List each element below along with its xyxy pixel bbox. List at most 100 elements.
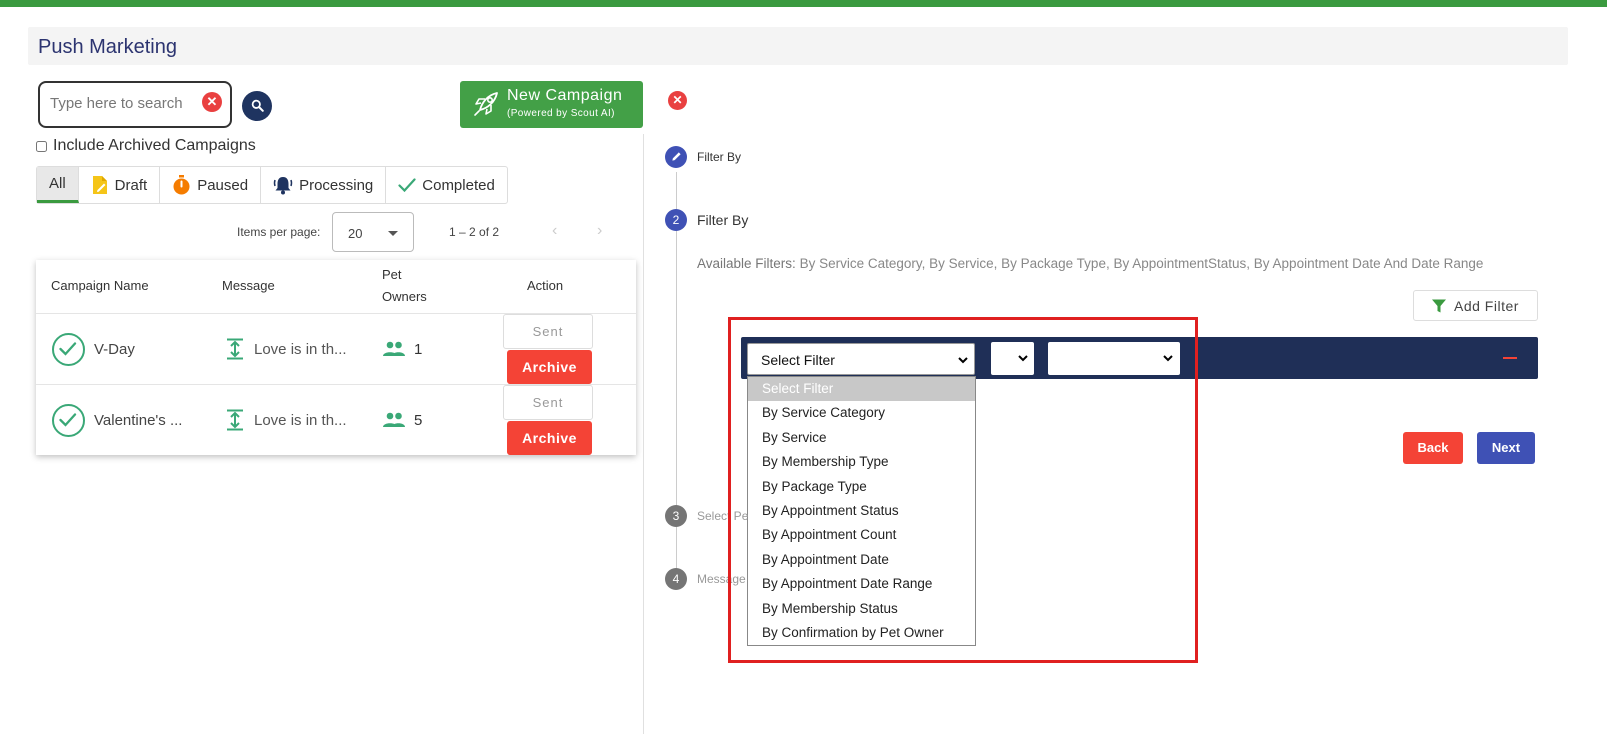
check-icon (398, 177, 416, 193)
tab-completed[interactable]: Completed (386, 167, 507, 203)
top-accent-bar (0, 0, 1607, 7)
filter-icon (1432, 299, 1446, 313)
step-3-number[interactable]: 3 (665, 505, 687, 527)
completed-check-icon (52, 404, 85, 437)
step-4-label[interactable]: Message (697, 572, 746, 586)
search-button[interactable] (242, 91, 272, 121)
option-select-filter[interactable]: Select Filter (748, 377, 975, 402)
header-campaign-name: Campaign Name (51, 278, 149, 293)
new-campaign-label: New Campaign (507, 87, 623, 104)
campaign-name[interactable]: Valentine's ... (94, 412, 182, 429)
close-panel-icon[interactable]: ✕ (668, 91, 687, 110)
back-button[interactable]: Back (1403, 432, 1463, 464)
available-filters-label: Available Filters: (697, 256, 796, 271)
chevron-down-icon (1163, 355, 1173, 362)
previous-page-button[interactable]: ‹ (552, 222, 557, 240)
items-per-page-value: 20 (348, 226, 363, 241)
filter-operator-select[interactable] (991, 342, 1034, 375)
app-container: Push Marketing ✕ New Campaign (Powered b… (10, 7, 1607, 736)
tab-label: Processing (299, 176, 374, 194)
campaign-name[interactable]: V-Day (94, 341, 135, 358)
next-page-button[interactable]: › (597, 222, 602, 240)
page-title: Push Marketing (38, 36, 177, 58)
tab-label: Completed (422, 176, 495, 194)
include-archived-input[interactable] (36, 140, 47, 152)
tab-paused[interactable]: Paused (160, 167, 262, 203)
option-by-membership-type[interactable]: By Membership Type (748, 450, 975, 474)
add-filter-label: Add Filter (1454, 298, 1519, 314)
paginator: Items per page: 20 1 – 2 of 2 ‹ › (237, 212, 617, 252)
add-filter-button[interactable]: Add Filter (1413, 290, 1538, 321)
chevron-down-icon (958, 357, 968, 364)
clear-search-icon[interactable]: ✕ (202, 92, 222, 112)
expand-vertical-icon (227, 409, 243, 431)
step-2-number[interactable]: 2 (665, 209, 687, 231)
tab-all[interactable]: All (37, 167, 79, 203)
table-row[interactable]: V-Day Love is in th... 1 Sent Archive (36, 313, 636, 384)
option-by-appointment-status[interactable]: By Appointment Status (748, 499, 975, 523)
header-pet-owners-line2: Owners (382, 289, 427, 304)
people-icon (383, 341, 405, 356)
rocket-icon (474, 92, 498, 116)
include-archived-checkbox[interactable]: Include Archived Campaigns (36, 137, 256, 155)
option-by-appointment-date-range[interactable]: By Appointment Date Range (748, 572, 975, 596)
status-tabs: All Draft Paused Processing Completed (36, 166, 508, 204)
header-message: Message (222, 278, 275, 293)
search-icon (251, 99, 264, 112)
search-input[interactable] (50, 95, 190, 112)
pencil-icon[interactable] (665, 146, 687, 168)
new-campaign-button[interactable]: New Campaign (Powered by Scout AI) (460, 81, 643, 128)
table-row[interactable]: Valentine's ... Love is in th... 5 Sent … (36, 384, 636, 455)
tab-draft[interactable]: Draft (79, 167, 161, 203)
people-icon (383, 412, 405, 427)
available-filters-values: By Service Category, By Service, By Pack… (799, 256, 1484, 271)
search-box[interactable]: ✕ (38, 81, 232, 128)
pet-owners-count: 5 (414, 412, 423, 429)
tab-label: Draft (114, 176, 148, 194)
tab-processing[interactable]: Processing (261, 167, 387, 203)
header-pet-owners-line1: Pet (382, 267, 402, 282)
archive-button[interactable]: Archive (507, 421, 592, 455)
available-filters: Available Filters: By Service Category, … (697, 256, 1483, 271)
campaign-message: Love is in th... (254, 341, 347, 358)
tab-label: All (49, 175, 66, 192)
option-by-appointment-date[interactable]: By Appointment Date (748, 548, 975, 572)
next-button[interactable]: Next (1477, 432, 1535, 464)
tab-label: Paused (197, 176, 249, 194)
filter-value-select[interactable] (1048, 342, 1180, 375)
option-by-service[interactable]: By Service (748, 426, 975, 450)
step-4-number[interactable]: 4 (665, 568, 687, 590)
campaign-table: Campaign Name Message Pet Owners Action … (36, 260, 636, 455)
option-by-package-type[interactable]: By Package Type (748, 475, 975, 499)
option-by-appointment-count[interactable]: By Appointment Count (748, 523, 975, 547)
sent-button[interactable]: Sent (503, 314, 593, 349)
bell-icon (273, 175, 293, 195)
sent-button[interactable]: Sent (503, 385, 593, 420)
include-archived-label: Include Archived Campaigns (53, 137, 256, 154)
page-range: 1 – 2 of 2 (449, 225, 500, 239)
page-header: Push Marketing (28, 27, 1568, 65)
chevron-down-icon (388, 231, 398, 236)
campaign-message: Love is in th... (254, 412, 347, 429)
archive-button[interactable]: Archive (507, 350, 592, 384)
option-by-confirmation[interactable]: By Confirmation by Pet Owner (748, 621, 975, 645)
option-by-service-category[interactable]: By Service Category (748, 401, 975, 425)
filter-type-value: Select Filter (761, 352, 835, 368)
draft-icon (91, 175, 109, 195)
filter-type-select[interactable]: Select Filter (747, 343, 975, 375)
step-3-label[interactable]: Select Pe (697, 509, 748, 523)
step-1-label[interactable]: Filter By (697, 150, 741, 164)
pet-owners-count: 1 (414, 341, 423, 358)
items-per-page-label: Items per page: (237, 225, 321, 239)
step-2-label[interactable]: Filter By (697, 212, 748, 228)
filter-row: Select Filter (741, 337, 1538, 379)
remove-filter-icon[interactable] (1503, 357, 1517, 359)
header-action: Action (527, 278, 564, 293)
expand-vertical-icon (227, 338, 243, 360)
option-by-membership-status[interactable]: By Membership Status (748, 597, 975, 621)
timer-icon (172, 175, 191, 195)
panel-divider (643, 134, 644, 734)
items-per-page-select[interactable]: 20 (332, 212, 414, 252)
completed-check-icon (52, 333, 85, 366)
filter-options-list: Select Filter By Service Category By Ser… (747, 376, 976, 646)
